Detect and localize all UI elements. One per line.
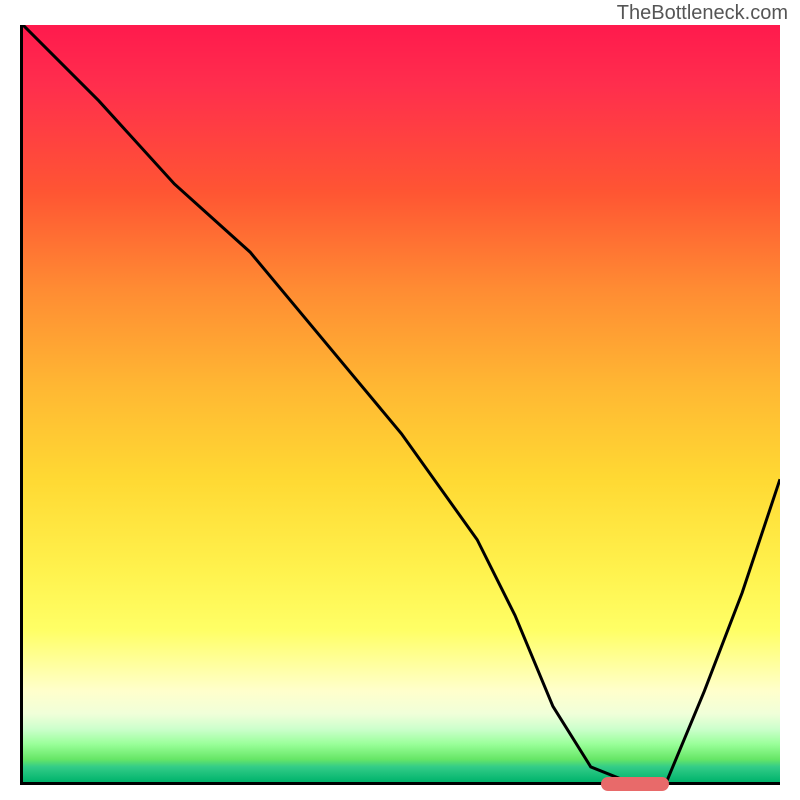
watermark-text: TheBottleneck.com: [617, 2, 788, 25]
chart-curve: [23, 25, 780, 782]
chart-container: [20, 25, 780, 785]
ideal-range-marker: [601, 777, 669, 791]
